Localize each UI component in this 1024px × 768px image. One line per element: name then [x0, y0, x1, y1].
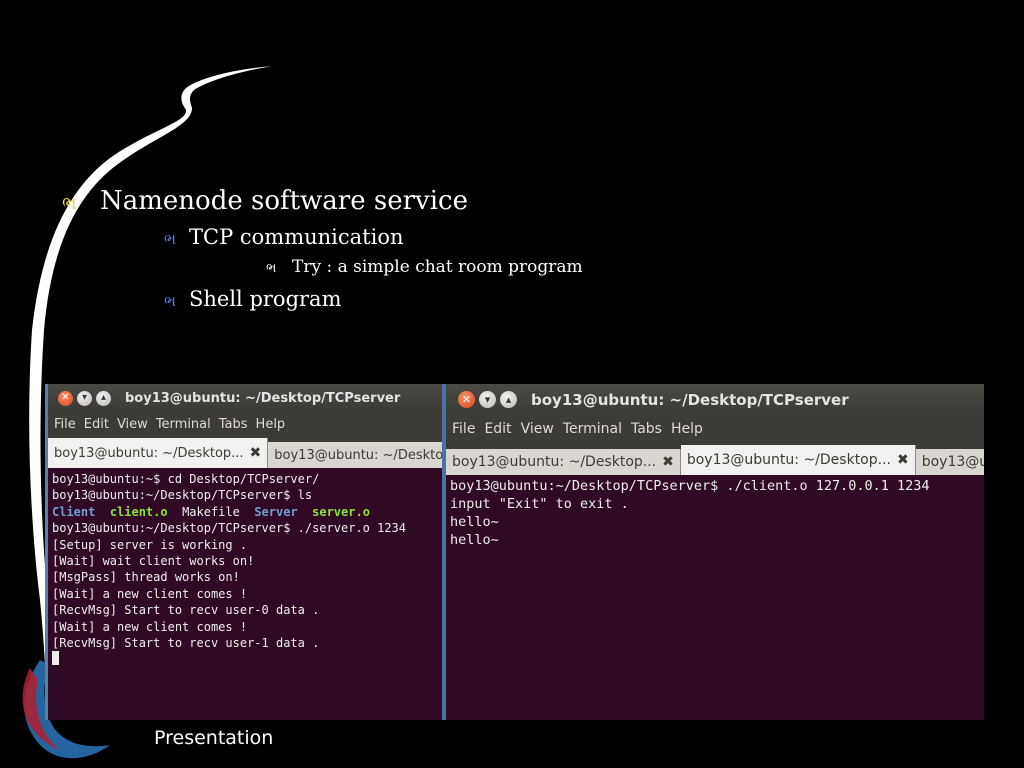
tab-bar: boy13@ubuntu: ~/Desktop... ✖ boy13@ubuntu… [48, 436, 442, 468]
bullet-text: Namenode software service [100, 186, 468, 216]
bullet-shell: ભ Shell program [164, 287, 342, 311]
tab-2[interactable]: boy13@ubuntu: ~/Desktop. [268, 442, 442, 468]
bullet-text: TCP communication [189, 225, 404, 249]
tab-bar: boy13@ubuntu: ~/Desktop... ✖ boy13@ubuntu… [446, 442, 984, 475]
menu-help[interactable]: Help [671, 421, 703, 437]
bullet-marker-icon: ભ [164, 230, 177, 248]
menu-bar: File Edit View Terminal Tabs Help [446, 415, 984, 442]
terminal-line: boy13@ubuntu:~/Desktop/TCPserver$ ./clie… [450, 478, 930, 494]
tab-label: boy13@u [921, 454, 984, 470]
server-terminal-window[interactable]: ✕ ▾ ▴ boy13@ubuntu: ~/Desktop/TCPserver … [45, 384, 442, 720]
bullet-marker-icon: ભ [266, 261, 277, 276]
tab-1[interactable]: boy13@ubuntu: ~/Desktop... ✖ [48, 438, 269, 468]
menu-file[interactable]: File [54, 417, 76, 432]
menu-view[interactable]: View [521, 421, 554, 437]
menu-terminal[interactable]: Terminal [156, 417, 211, 432]
window-titlebar[interactable]: ✕ ▾ ▴ boy13@ubuntu: ~/Desktop/TCPserver [48, 384, 442, 412]
terminal-line: [Wait] wait client works on! [52, 554, 255, 569]
bullet-tcp: ભ TCP communication [164, 225, 403, 249]
menu-tabs[interactable]: Tabs [631, 421, 662, 437]
menu-file[interactable]: File [452, 421, 475, 437]
window-title: boy13@ubuntu: ~/Desktop/TCPserver [125, 390, 401, 406]
menu-edit[interactable]: Edit [84, 417, 109, 432]
terminal-line: boy13@ubuntu:~/Desktop/TCPserver$ ls [52, 488, 313, 503]
terminal-cursor [52, 651, 59, 666]
ls-dir-client: Client [52, 504, 96, 519]
bullet-chat-room: ભ Try : a simple chat room program [266, 257, 583, 277]
ls-output-line: Client client.o Makefile Server server.o [52, 504, 442, 520]
menu-view[interactable]: View [117, 417, 148, 432]
menu-help[interactable]: Help [256, 417, 286, 432]
maximize-icon[interactable]: ▴ [500, 391, 517, 408]
tab-label: boy13@ubuntu: ~/Desktop... [54, 445, 244, 461]
terminal-line: hello~ [450, 532, 499, 548]
terminal-line: [RecvMsg] Start to recv user-0 data . [52, 603, 320, 618]
ls-file-server-o: server.o [312, 504, 370, 519]
close-tab-icon[interactable]: ✖ [662, 454, 674, 470]
bullet-text: Shell program [189, 287, 342, 311]
close-icon[interactable]: ✕ [458, 391, 475, 408]
tab-label: boy13@ubuntu: ~/Desktop... [452, 454, 657, 470]
minimize-icon[interactable]: ▾ [77, 390, 92, 406]
tab-2[interactable]: boy13@ubuntu: ~/Desktop... ✖ [680, 445, 916, 475]
bullet-marker-icon: ભ [62, 193, 77, 214]
ls-file-makefile: Makefile [182, 504, 240, 519]
menu-bar: File Edit View Terminal Tabs Help [48, 412, 442, 436]
menu-tabs[interactable]: Tabs [219, 417, 248, 432]
bullet-marker-icon: ભ [164, 292, 177, 310]
bullet-text: Try : a simple chat room program [292, 257, 583, 277]
ls-dir-server: Server [254, 504, 298, 519]
window-title: boy13@ubuntu: ~/Desktop/TCPserver [531, 390, 849, 409]
terminal-output[interactable]: boy13@ubuntu:~$ cd Desktop/TCPserver/boy… [48, 468, 442, 668]
terminal-line: boy13@ubuntu:~/Desktop/TCPserver$ ./serv… [52, 521, 407, 536]
terminal-line: boy13@ubuntu:~$ cd Desktop/TCPserver/ [52, 472, 320, 486]
menu-edit[interactable]: Edit [484, 421, 511, 437]
ls-file-client-o: client.o [109, 504, 168, 519]
minimize-icon[interactable]: ▾ [479, 391, 496, 408]
close-icon[interactable]: ✕ [58, 390, 73, 406]
bullet-namenode: ભ Namenode software service [62, 186, 468, 216]
close-tab-icon[interactable]: ✖ [250, 445, 262, 461]
tab-3[interactable]: boy13@u [915, 449, 984, 475]
footer-label: Presentation [154, 727, 274, 749]
terminal-line: hello~ [450, 514, 499, 530]
maximize-icon[interactable]: ▴ [96, 390, 111, 406]
window-titlebar[interactable]: ✕ ▾ ▴ boy13@ubuntu: ~/Desktop/TCPserver [446, 384, 984, 415]
tab-label: boy13@ubuntu: ~/Desktop... [686, 452, 891, 468]
tab-label: boy13@ubuntu: ~/Desktop. [274, 447, 442, 463]
close-tab-icon[interactable]: ✖ [897, 452, 909, 468]
terminal-line: input "Exit" to exit . [450, 496, 629, 512]
terminal-line: [MsgPass] thread works on! [52, 570, 240, 585]
terminal-line: [Wait] a new client comes ! [52, 619, 248, 634]
terminal-line: [Setup] server is working . [52, 537, 248, 552]
terminal-line: [RecvMsg] Start to recv user-1 data . [52, 636, 320, 651]
terminal-output[interactable]: boy13@ubuntu:~/Desktop/TCPserver$ ./clie… [446, 475, 984, 549]
tab-1[interactable]: boy13@ubuntu: ~/Desktop... ✖ [446, 449, 681, 475]
client-terminal-window[interactable]: ✕ ▾ ▴ boy13@ubuntu: ~/Desktop/TCPserver … [442, 384, 984, 720]
menu-terminal[interactable]: Terminal [563, 421, 622, 437]
terminal-line: [Wait] a new client comes ! [52, 586, 248, 601]
